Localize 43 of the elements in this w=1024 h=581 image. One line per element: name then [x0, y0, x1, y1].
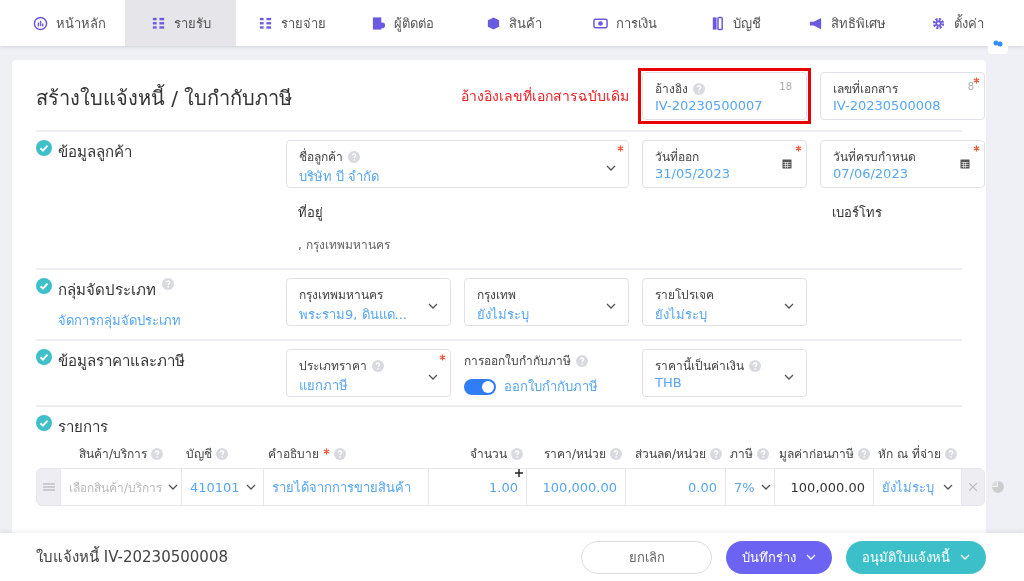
date-field[interactable]: วันที่ออก 31/05/2023 — [642, 140, 807, 188]
input-field[interactable]: เลขที่เอกสาร IV-20230500008 8 — [820, 72, 985, 120]
section-title: ข้อมูลลูกค้า — [58, 142, 132, 163]
select-field[interactable]: ราคานี้เป็นค่าเงิน THB — [642, 349, 807, 397]
column-header: หัก ณ ที่จ่าย — [878, 444, 941, 463]
nav-tab[interactable]: การเงิน — [569, 0, 680, 46]
column-header: ราคา/หน่วย — [543, 446, 606, 463]
select-field[interactable]: ประเภทราคา แยกภาษี — [286, 349, 451, 397]
date-field[interactable]: วันที่ครบกำหนด 07/06/2023 — [820, 140, 985, 188]
section-title: กลุ่มจัดประเภท — [58, 280, 156, 302]
nav-tab[interactable]: หน้าหลัก — [14, 0, 125, 46]
save-draft-button[interactable]: บันทึกร่าง — [726, 540, 832, 574]
page-title: สร้างใบแจ้งหนี้ / ใบกำกับภาษี — [36, 83, 294, 112]
info-label: เบอร์โทร — [832, 204, 883, 222]
column-header: ภาษี — [730, 446, 753, 463]
column-header: บัญชี — [186, 446, 212, 463]
column-header: มูลค่าก่อนภาษี — [779, 446, 854, 463]
nav-tab[interactable]: สิทธิพิเศษ — [791, 0, 902, 46]
section-title: ข้อมูลราคาและภาษี — [58, 351, 185, 372]
nav-tab[interactable]: ผู้ติดต่อ — [347, 0, 458, 46]
column-header: จำนวน — [470, 446, 507, 463]
cancel-button[interactable]: ยกเลิก — [581, 540, 712, 574]
input-field[interactable]: อ้างอิง IV-20230500007 18 — [642, 72, 807, 120]
column-header: คำอธิบาย — [268, 446, 319, 463]
nav-tab[interactable]: รายรับ — [125, 0, 236, 46]
field-label: การออกใบกำกับภาษี — [464, 353, 571, 370]
amount-field[interactable]: 100,000.00 — [774, 468, 874, 506]
select-field[interactable]: กรุงเทพ ยังไม่ระบุ — [464, 278, 629, 326]
nav-tab[interactable]: ตั้งค่า — [902, 0, 1013, 46]
nav-tab[interactable]: บัญชี — [680, 0, 791, 46]
section-title: รายการ — [58, 417, 108, 438]
nav-tab[interactable]: รายจ่าย — [236, 0, 347, 46]
select-field[interactable]: ชื่อลูกค้า บริษัท บี จำกัด — [286, 140, 629, 188]
annotation-text: อ้างอิงเลขที่เอกสารฉบับเดิม — [461, 86, 629, 106]
info-value: , กรุงเทพมหานคร — [298, 237, 391, 254]
nav-tab[interactable]: สินค้า — [458, 0, 569, 46]
select-field[interactable]: รายโปรเจค ยังไม่ระบุ — [642, 278, 807, 326]
select-field[interactable]: กรุงเทพมหานคร พระราม9, ดินแด... — [286, 278, 451, 326]
column-header: สินค้า/บริการ — [79, 446, 148, 463]
toggle-label: ออกใบกำกับภาษี — [504, 378, 598, 396]
info-label: ที่อยู่ — [298, 203, 324, 223]
column-header: ส่วนลด/หน่วย — [634, 446, 706, 463]
document-label: ใบแจ้งหนี้ IV-20230500008 — [36, 545, 229, 568]
